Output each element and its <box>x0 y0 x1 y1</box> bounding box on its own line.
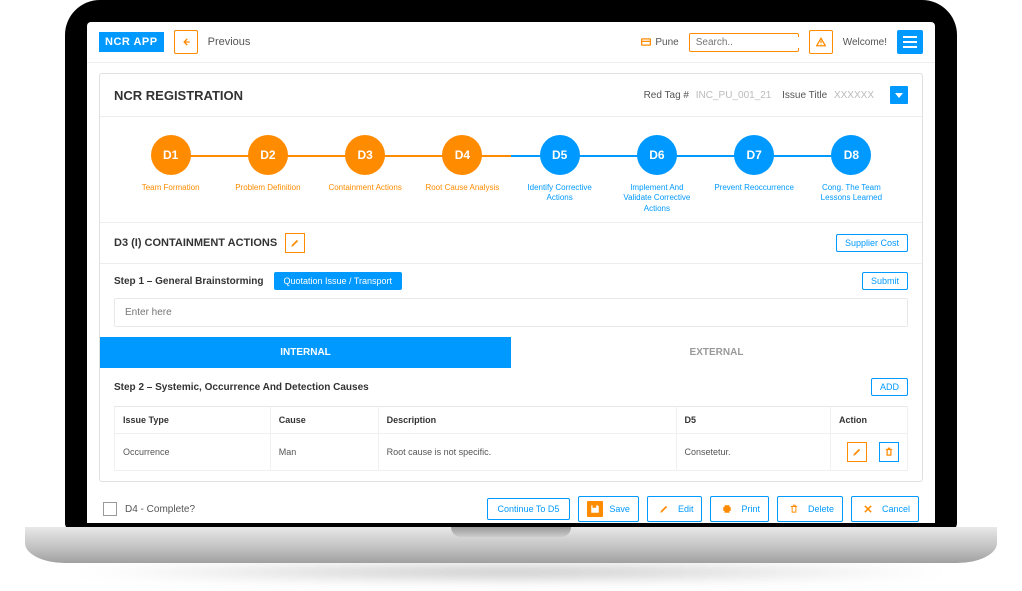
step-d2[interactable]: D2 Problem Definition <box>219 135 316 193</box>
card-icon <box>641 37 651 47</box>
step-label: Problem Definition <box>235 183 300 193</box>
step-circle: D1 <box>151 135 191 175</box>
location-value: Pune <box>655 37 678 48</box>
red-tag-value: INC_PU_001_21 <box>696 90 772 101</box>
section-title: D3 (I) CONTAINMENT ACTIONS <box>114 237 277 249</box>
step-circle: D5 <box>540 135 580 175</box>
d4-complete-label: D4 - Complete? <box>125 504 195 515</box>
step-label: Containment Actions <box>328 183 401 193</box>
menu-button[interactable] <box>897 30 923 54</box>
cell-cause: Man <box>270 434 378 471</box>
step2-title: Step 2 – Systemic, Occurrence And Detect… <box>114 382 369 393</box>
supplier-cost-button[interactable]: Supplier Cost <box>836 234 908 252</box>
delete-button[interactable]: Delete <box>777 496 843 522</box>
previous-label: Previous <box>208 36 251 48</box>
step-circle: D2 <box>248 135 288 175</box>
col-issue-type: Issue Type <box>115 407 271 434</box>
registration-meta: Red Tag # INC_PU_001_21 Issue Title XXXX… <box>644 90 882 101</box>
chevron-down-icon <box>895 93 903 98</box>
red-tag-label: Red Tag # <box>644 90 689 101</box>
cell-d5: Consetetur. <box>676 434 831 471</box>
page-title: NCR REGISTRATION <box>114 88 243 103</box>
cell-issue-type: Occurrence <box>115 434 271 471</box>
d4-complete-checkbox[interactable] <box>103 502 117 516</box>
search-input-wrapper[interactable] <box>689 33 799 52</box>
step-label: Implement And Validate Corrective Action… <box>617 183 697 214</box>
tab-external[interactable]: EXTERNAL <box>511 337 922 368</box>
welcome-label: Welcome! <box>843 37 887 48</box>
footer-actions: D4 - Complete? Continue To D5 Save Edit … <box>99 488 923 523</box>
step-d6[interactable]: D6 Implement And Validate Corrective Acti… <box>608 135 705 214</box>
tab-internal[interactable]: INTERNAL <box>100 337 511 368</box>
step-circle: D6 <box>637 135 677 175</box>
step-d8[interactable]: D8 Cong. The Team Lessons Learned <box>803 135 900 204</box>
causes-table: Issue Type Cause Description D5 Action O… <box>114 406 908 471</box>
app-logo: NCR APP <box>99 32 164 52</box>
step-label: Team Formation <box>142 183 200 193</box>
issue-title-value: XXXXXX <box>834 90 874 101</box>
quotation-chip[interactable]: Quotation Issue / Transport <box>274 272 403 290</box>
brainstorm-input[interactable] <box>115 299 907 326</box>
top-bar: NCR APP Previous Pune <box>87 22 935 63</box>
step-d4[interactable]: D4 Root Cause Analysis <box>414 135 511 193</box>
step-circle: D7 <box>734 135 774 175</box>
issue-title-label: Issue Title <box>782 90 827 101</box>
row-delete-button[interactable] <box>879 442 899 462</box>
search-input[interactable] <box>696 37 828 48</box>
arrow-left-icon <box>181 37 191 47</box>
col-d5: D5 <box>676 407 831 434</box>
step-d7[interactable]: D7 Prevent Reoccurrence <box>706 135 803 193</box>
step-label: Root Cause Analysis <box>425 183 499 193</box>
step-label: Identify Corrective Actions <box>520 183 600 204</box>
location-selector[interactable]: Pune <box>641 37 678 48</box>
process-stepper: D1 Team Formation D2 Problem Definition D3… <box>100 117 922 222</box>
step-circle: D4 <box>442 135 482 175</box>
cancel-button[interactable]: Cancel <box>851 496 919 522</box>
pencil-icon <box>290 238 300 248</box>
add-button[interactable]: ADD <box>871 378 908 396</box>
step-label: Prevent Reoccurrence <box>714 183 794 193</box>
issue-dropdown[interactable] <box>890 86 908 104</box>
hamburger-icon <box>903 36 917 38</box>
alert-button[interactable] <box>809 30 833 54</box>
pencil-icon <box>659 504 669 514</box>
tabs: INTERNAL EXTERNAL <box>100 337 922 368</box>
col-cause: Cause <box>270 407 378 434</box>
step-d5[interactable]: D5 Identify Corrective Actions <box>511 135 608 204</box>
col-action: Action <box>831 407 908 434</box>
col-description: Description <box>378 407 676 434</box>
step-d3[interactable]: D3 Containment Actions <box>317 135 414 193</box>
close-icon <box>863 504 873 514</box>
containment-section-header: D3 (I) CONTAINMENT ACTIONS Supplier Cost <box>100 222 922 264</box>
trash-icon <box>789 504 799 514</box>
table-row: Occurrence Man Root cause is not specifi… <box>115 434 908 471</box>
back-button[interactable] <box>174 30 198 54</box>
continue-button[interactable]: Continue To D5 <box>487 498 571 520</box>
print-icon <box>722 504 732 514</box>
submit-button[interactable]: Submit <box>862 272 908 290</box>
step1-label: Step 1 – General Brainstorming <box>114 276 264 287</box>
edit-section-button[interactable] <box>285 233 305 253</box>
step-d1[interactable]: D1 Team Formation <box>122 135 219 193</box>
print-button[interactable]: Print <box>710 496 769 522</box>
cell-description: Root cause is not specific. <box>378 434 676 471</box>
warning-icon <box>816 37 826 47</box>
registration-card: NCR REGISTRATION Red Tag # INC_PU_001_21… <box>99 73 923 482</box>
pencil-icon <box>852 447 862 457</box>
save-button[interactable]: Save <box>578 496 639 522</box>
save-icon <box>590 504 600 514</box>
row-edit-button[interactable] <box>847 442 867 462</box>
step-circle: D3 <box>345 135 385 175</box>
trash-icon <box>884 447 894 457</box>
step-label: Cong. The Team Lessons Learned <box>811 183 891 204</box>
step-circle: D8 <box>831 135 871 175</box>
edit-button[interactable]: Edit <box>647 496 703 522</box>
